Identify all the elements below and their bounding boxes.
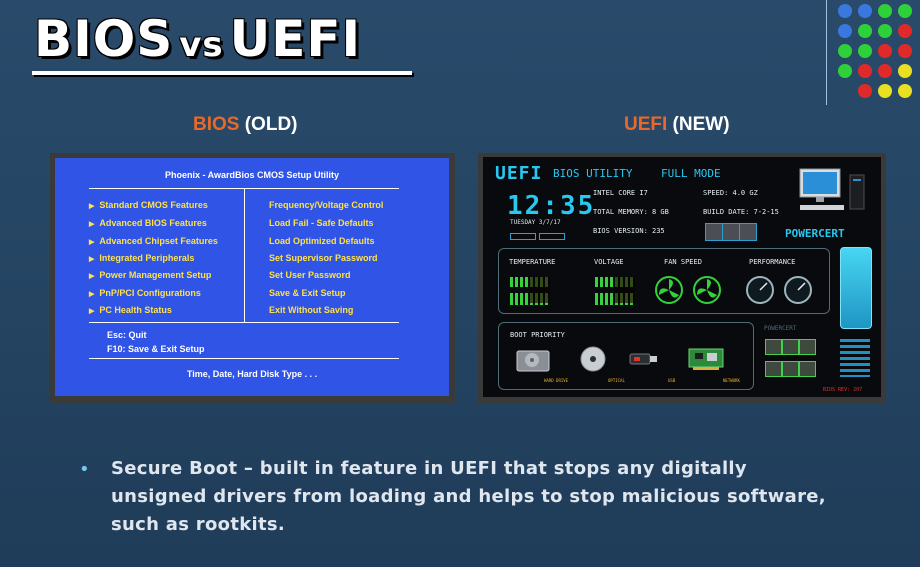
bios-menu-item[interactable]: Load Optimized Defaults xyxy=(269,236,375,246)
temperature-bars-red xyxy=(530,277,550,303)
voltage-bars-red xyxy=(615,277,635,303)
bios-menu-item[interactable]: ▶ Integrated Peripherals xyxy=(89,253,194,263)
usb-drive-icon[interactable] xyxy=(628,349,660,369)
uefi-green-chip xyxy=(782,339,799,355)
bios-title: Phoenix - AwardBios CMOS Setup Utility xyxy=(164,170,340,180)
bios-menu-item[interactable]: Set User Password xyxy=(269,270,351,280)
title-vs: vs xyxy=(179,25,224,65)
bios-menu-item[interactable]: Load Fail - Safe Defaults xyxy=(269,218,374,228)
bios-caption-accent: BIOS xyxy=(193,114,240,135)
bios-caption: BIOS (OLD) xyxy=(193,114,298,136)
uefi-brand: POWERCERT xyxy=(785,227,845,240)
bios-menu-item[interactable]: ▶ Advanced BIOS Features xyxy=(89,218,207,228)
bios-menu-item[interactable]: ▶ Standard CMOS Features xyxy=(89,200,208,210)
fan-speed-label: FAN SPEED xyxy=(664,258,702,266)
uefi-screen: UEFI BIOS UTILITY FULL MODE 12:35 TUESDA… xyxy=(483,157,881,397)
uefi-clock: 12:35 xyxy=(507,191,596,221)
uefi-green-chip xyxy=(799,339,816,355)
uefi-caption-accent: UEFI xyxy=(624,114,668,135)
bios-menu-item[interactable]: ▶ PC Health Status xyxy=(89,305,172,315)
boot-device-label: NETWORK xyxy=(723,378,740,383)
bios-footer: Time, Date, Hard Disk Type . . . xyxy=(186,369,318,379)
uefi-level-meter xyxy=(840,247,872,329)
bios-menu-item[interactable]: ▶ PnP/PCI Configurations xyxy=(89,288,201,298)
bios-menu-item[interactable]: ▶ Advanced Chipset Features xyxy=(89,236,218,246)
title-underline xyxy=(32,71,412,75)
bios-menu-item[interactable]: Exit Without Saving xyxy=(269,305,353,315)
uefi-mode-label: FULL MODE xyxy=(661,167,721,180)
uefi-brand-small: POWERCERT xyxy=(764,325,797,332)
boot-device-label: USB xyxy=(668,378,676,383)
slide-title: BIOS vs UEFI xyxy=(34,10,361,68)
uefi-green-chip xyxy=(799,361,816,377)
bios-menu-item[interactable]: Frequency/Voltage Control xyxy=(269,200,383,210)
bios-menu-item[interactable]: ▶ Power Management Setup xyxy=(89,270,211,280)
network-card-icon[interactable] xyxy=(687,345,727,373)
optical-disc-icon[interactable] xyxy=(578,345,608,373)
boot-priority-label: BOOT PRIORITY xyxy=(510,331,565,339)
uefi-indicator xyxy=(539,233,565,240)
uefi-chip xyxy=(722,223,740,241)
title-uefi: UEFI xyxy=(229,10,362,68)
bios-screen: Phoenix - AwardBios CMOS Setup Utility ▶… xyxy=(55,158,449,396)
decor-dot-grid xyxy=(838,4,920,99)
uefi-logo: UEFI xyxy=(495,163,543,184)
bullet-text: Secure Boot – built in feature in UEFI t… xyxy=(111,458,826,535)
uefi-caption-rest: (NEW) xyxy=(667,114,730,135)
uefi-indicator xyxy=(510,233,536,240)
uefi-green-chip xyxy=(782,361,799,377)
computer-icon xyxy=(799,168,865,210)
bios-esc-hint: Esc: Quit xyxy=(107,330,147,340)
boot-device-label: HARD DRIVE xyxy=(544,378,569,383)
bullet-marker: • xyxy=(79,459,90,480)
uefi-green-chip xyxy=(765,339,782,355)
uefi-cpu: INTEL CORE I7 xyxy=(593,189,648,197)
bios-caption-rest: (OLD) xyxy=(239,114,298,135)
uefi-bios-rev: BIOS REV: 207 xyxy=(823,387,863,393)
uefi-date: TUESDAY 3/7/17 xyxy=(510,219,561,226)
title-bios: BIOS xyxy=(34,10,174,68)
hard-drive-icon[interactable] xyxy=(515,345,551,373)
uefi-stripe-meter xyxy=(840,339,870,377)
gauge-icons xyxy=(746,276,812,304)
uefi-chip xyxy=(705,223,723,241)
uefi-memory: TOTAL MEMORY: 8 GB xyxy=(593,208,669,216)
performance-label: PERFORMANCE xyxy=(749,258,796,266)
bios-mid-rule xyxy=(89,322,399,323)
uefi-chip xyxy=(739,223,757,241)
bios-column-divider xyxy=(244,188,245,322)
voltage-label: VOLTAGE xyxy=(594,258,624,266)
bios-f10-hint: F10: Save & Exit Setup xyxy=(107,344,205,354)
boot-device-label: OPTICAL xyxy=(608,378,625,383)
uefi-speed: SPEED: 4.0 GZ xyxy=(703,189,758,197)
uefi-bios-version: BIOS VERSION: 235 xyxy=(593,227,665,235)
uefi-build-date: BUILD DATE: 7-2-15 xyxy=(703,208,779,216)
uefi-caption: UEFI (NEW) xyxy=(624,114,730,136)
decor-divider xyxy=(826,0,827,105)
temperature-label: TEMPERATURE xyxy=(509,258,556,266)
uefi-green-chip xyxy=(765,361,782,377)
bios-menu-item[interactable]: Set Supervisor Password xyxy=(269,253,378,263)
bios-menu-item[interactable]: Save & Exit Setup xyxy=(269,288,346,298)
fan-icons xyxy=(655,276,721,304)
uefi-utility-label: BIOS UTILITY xyxy=(553,167,633,180)
bios-bottom-rule xyxy=(89,358,399,359)
